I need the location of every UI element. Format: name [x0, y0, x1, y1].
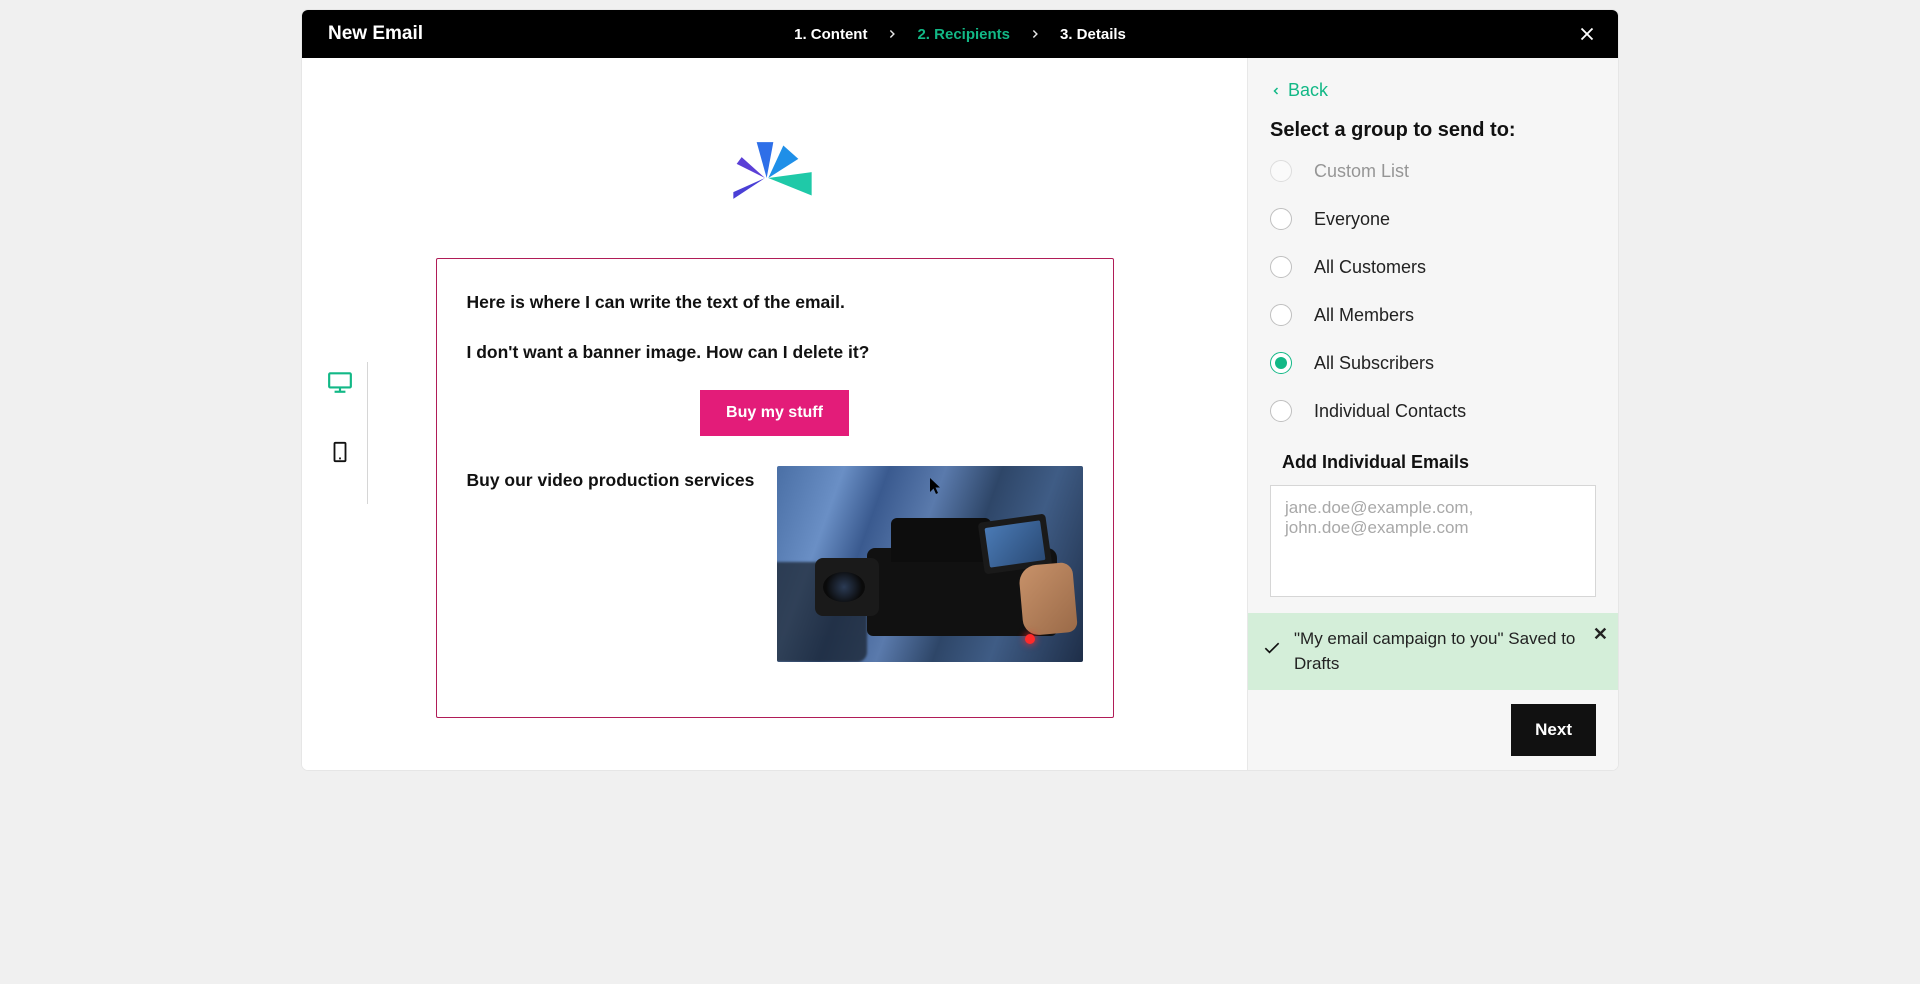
email-logo: [436, 78, 1114, 258]
modal-body: Here is where I can write the text of th…: [302, 58, 1618, 770]
toast-message: "My email campaign to you" Saved to Draf…: [1294, 629, 1575, 673]
recipients-sidebar: Back Select a group to send to: Custom L…: [1247, 58, 1618, 770]
radio-icon: [1270, 304, 1292, 326]
email-preview: Here is where I can write the text of th…: [436, 78, 1114, 718]
new-email-modal: New Email 1. Content 2. Recipients 3. De…: [302, 10, 1618, 770]
recipient-group-list: Custom List Everyone All Customers All M…: [1270, 160, 1596, 422]
chevron-right-icon: [885, 27, 899, 41]
email-content-block[interactable]: Here is where I can write the text of th…: [436, 258, 1114, 718]
step-recipients[interactable]: 2. Recipients: [917, 26, 1010, 43]
desktop-preview-button[interactable]: [326, 368, 354, 396]
step-details[interactable]: 3. Details: [1060, 26, 1126, 43]
radio-icon: [1270, 160, 1292, 182]
email-paragraph-1: Here is where I can write the text of th…: [467, 289, 1083, 315]
saved-to-drafts-toast: "My email campaign to you" Saved to Draf…: [1248, 613, 1618, 690]
back-button[interactable]: Back: [1270, 80, 1596, 101]
radio-custom-list: Custom List: [1270, 160, 1596, 182]
check-icon: [1262, 638, 1282, 666]
cursor-icon: [929, 477, 943, 495]
close-button[interactable]: [1576, 23, 1598, 45]
radio-icon: [1270, 208, 1292, 230]
device-switcher: [320, 368, 354, 466]
individual-emails-input[interactable]: [1270, 485, 1596, 597]
wizard-steps: 1. Content 2. Recipients 3. Details: [794, 26, 1126, 43]
back-label: Back: [1288, 80, 1328, 101]
radio-icon: [1270, 352, 1292, 374]
mobile-preview-button[interactable]: [326, 438, 354, 466]
sidebar-title: Select a group to send to:: [1270, 119, 1596, 142]
radio-everyone[interactable]: Everyone: [1270, 208, 1596, 230]
radio-all-subscribers[interactable]: All Subscribers: [1270, 352, 1596, 374]
sidebar-footer: Next: [1270, 690, 1596, 756]
cta-row: Buy my stuff: [467, 390, 1083, 436]
buy-button[interactable]: Buy my stuff: [700, 390, 849, 436]
media-row: Buy our video production services: [467, 466, 1083, 662]
burst-logo-icon: [725, 138, 825, 218]
modal-title: New Email: [328, 23, 423, 45]
radio-individual-contacts[interactable]: Individual Contacts: [1270, 400, 1596, 422]
chevron-right-icon: [1028, 27, 1042, 41]
next-button[interactable]: Next: [1511, 704, 1596, 756]
step-content[interactable]: 1. Content: [794, 26, 867, 43]
radio-all-customers[interactable]: All Customers: [1270, 256, 1596, 278]
chevron-left-icon: [1270, 84, 1282, 98]
add-emails-title: Add Individual Emails: [1282, 452, 1596, 473]
radio-icon: [1270, 400, 1292, 422]
email-preview-pane: Here is where I can write the text of th…: [302, 58, 1247, 770]
radio-all-members[interactable]: All Members: [1270, 304, 1596, 326]
modal-header: New Email 1. Content 2. Recipients 3. De…: [302, 10, 1618, 58]
radio-icon: [1270, 256, 1292, 278]
toast-close-button[interactable]: ✕: [1593, 621, 1608, 647]
email-paragraph-2: I don't want a banner image. How can I d…: [467, 339, 1083, 365]
media-caption: Buy our video production services: [467, 466, 757, 491]
